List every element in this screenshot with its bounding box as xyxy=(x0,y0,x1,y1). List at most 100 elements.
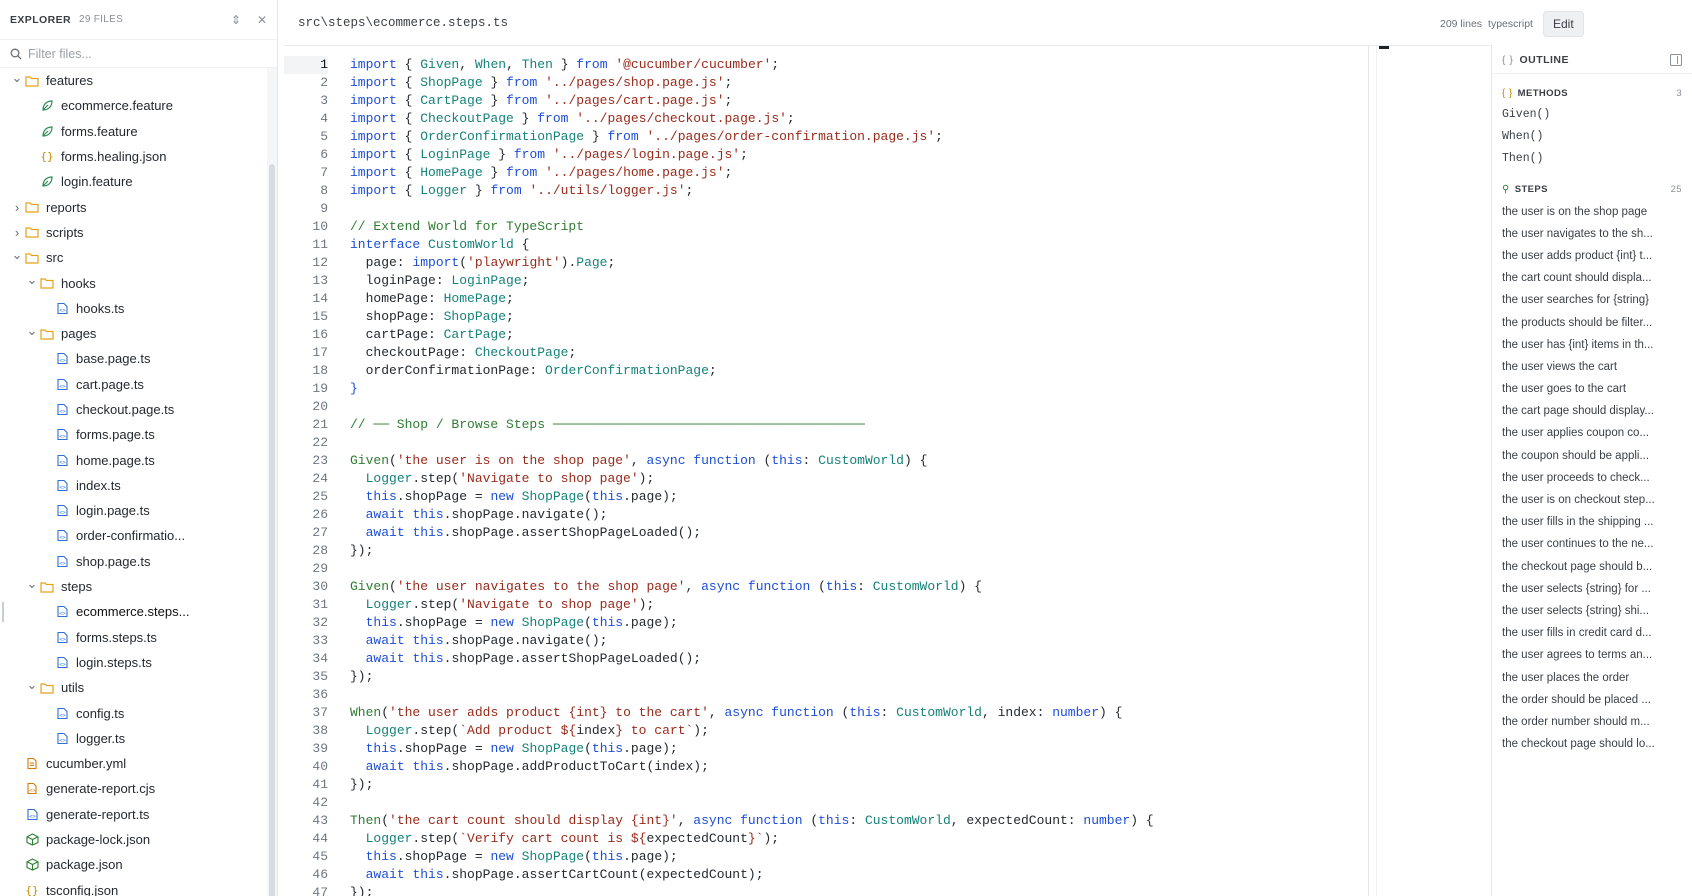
code-line[interactable]: 34 await this.shopPage.assertShopPageLoa… xyxy=(284,650,1474,668)
editor-scrollbar[interactable] xyxy=(1376,46,1390,896)
outline-step-item[interactable]: the order number should m... xyxy=(1492,711,1692,733)
code-line[interactable]: 11 interface CustomWorld { xyxy=(284,236,1474,254)
explorer-scrollbar[interactable] xyxy=(267,68,277,896)
filter-input[interactable] xyxy=(28,46,248,61)
steps-section-header[interactable]: ⚲ STEPS 25 xyxy=(1492,179,1692,201)
outline-step-item[interactable]: the user fills in credit card d... xyxy=(1492,622,1692,644)
tree-file[interactable]: <> hooks.ts xyxy=(0,296,267,321)
code-line[interactable]: 42 xyxy=(284,794,1474,812)
outline-step-item[interactable]: the user selects {string} for ... xyxy=(1492,578,1692,600)
code-line[interactable]: 40 await this.shopPage.addProductToCart(… xyxy=(284,758,1474,776)
code-line[interactable]: 38 Logger.step(`Add product ${index} to … xyxy=(284,722,1474,740)
code-area[interactable]: 1 import { Given, When, Then } from '@cuc… xyxy=(284,56,1474,896)
code-line[interactable]: 29 xyxy=(284,560,1474,578)
code-line[interactable]: 37 When('the user adds product {int} to t… xyxy=(284,704,1474,722)
tree-folder[interactable]: ⌄ steps xyxy=(0,574,267,599)
code-line[interactable]: 8 import { Logger } from '../utils/logger… xyxy=(284,182,1474,200)
tree-file[interactable]: {} tsconfig.json xyxy=(0,878,267,896)
code-line[interactable]: 9 xyxy=(284,200,1474,218)
methods-section-header[interactable]: { } METHODS 3 xyxy=(1492,82,1692,104)
outline-step-item[interactable]: the checkout page should lo... xyxy=(1492,733,1692,755)
code-line[interactable]: 45 this.shopPage = new ShopPage(this.pag… xyxy=(284,848,1474,866)
code-line[interactable]: 14 homePage: HomePage; xyxy=(284,290,1474,308)
outline-step-item[interactable]: the cart page should display... xyxy=(1492,400,1692,422)
chevron-right-icon[interactable]: › xyxy=(10,225,24,240)
outline-step-item[interactable]: the user searches for {string} xyxy=(1492,289,1692,311)
code-line[interactable]: 36 xyxy=(284,686,1474,704)
tree-folder[interactable]: › reports xyxy=(0,194,267,219)
code-line[interactable]: 1 import { Given, When, Then } from '@cuc… xyxy=(284,56,1474,74)
outline-step-item[interactable]: the coupon should be appli... xyxy=(1492,445,1692,467)
tree-file[interactable]: cucumber.yml xyxy=(0,751,267,776)
code-line[interactable]: 25 this.shopPage = new ShopPage(this.pag… xyxy=(284,488,1474,506)
edit-button[interactable]: Edit xyxy=(1542,11,1584,37)
outline-step-item[interactable]: the user adds product {int} t... xyxy=(1492,245,1692,267)
tree-folder[interactable]: ⌄ pages xyxy=(0,321,267,346)
tree-file[interactable]: <> cart.page.ts xyxy=(0,372,267,397)
code-line[interactable]: 46 await this.shopPage.assertCartCount(e… xyxy=(284,866,1474,884)
panel-toggle-icon[interactable] xyxy=(1670,53,1682,66)
outline-step-item[interactable]: the user is on the shop page xyxy=(1492,201,1692,223)
code-line[interactable]: 43 Then('the cart count should display {i… xyxy=(284,812,1474,830)
outline-method-item[interactable]: Then() xyxy=(1492,148,1692,170)
outline-step-item[interactable]: the cart count should displa... xyxy=(1492,267,1692,289)
tree-file[interactable]: login.feature xyxy=(0,169,267,194)
tree-file[interactable]: <> base.page.ts xyxy=(0,346,267,371)
code-line[interactable]: 47}); xyxy=(284,884,1474,896)
tree-folder[interactable]: ⌄ src xyxy=(0,245,267,270)
tree-file[interactable]: ecommerce.feature xyxy=(0,93,267,118)
outline-step-item[interactable]: the checkout page should b... xyxy=(1492,556,1692,578)
expand-collapse-icon[interactable]: ⇕ xyxy=(231,14,241,26)
editor-scroll-thumb[interactable] xyxy=(1379,46,1389,49)
code-line[interactable]: 41}); xyxy=(284,776,1474,794)
chevron-down-icon[interactable]: ⌄ xyxy=(10,70,24,86)
outline-step-item[interactable]: the user views the cart xyxy=(1492,356,1692,378)
outline-step-item[interactable]: the user selects {string} shi... xyxy=(1492,600,1692,622)
code-line[interactable]: 23 Given('the user is on the shop page', … xyxy=(284,452,1474,470)
tree-file[interactable]: <> shop.page.ts xyxy=(0,549,267,574)
code-line[interactable]: 33 await this.shopPage.navigate(); xyxy=(284,632,1474,650)
outline-step-item[interactable]: the products should be filter... xyxy=(1492,312,1692,334)
code-line[interactable]: 16 cartPage: CartPage; xyxy=(284,326,1474,344)
code-line[interactable]: 10 // Extend World for TypeScript xyxy=(284,218,1474,236)
outline-method-item[interactable]: When() xyxy=(1492,126,1692,148)
tree-file[interactable]: {} forms.healing.json xyxy=(0,144,267,169)
outline-step-item[interactable]: the user continues to the ne... xyxy=(1492,533,1692,555)
outline-step-item[interactable]: the user goes to the cart xyxy=(1492,378,1692,400)
chevron-down-icon[interactable]: ⌄ xyxy=(25,272,39,288)
tree-file[interactable]: <> forms.page.ts xyxy=(0,422,267,447)
tree-file[interactable]: <> generate-report.ts xyxy=(0,802,267,827)
code-line[interactable]: 27 await this.shopPage.assertShopPageLoa… xyxy=(284,524,1474,542)
tree-file[interactable]: <> home.page.ts xyxy=(0,447,267,472)
chevron-down-icon[interactable]: ⌄ xyxy=(25,576,39,592)
outline-step-item[interactable]: the order should be placed ... xyxy=(1492,689,1692,711)
code-line[interactable]: 44 Logger.step(`Verify cart count is ${e… xyxy=(284,830,1474,848)
code-line[interactable]: 12 page: import('playwright').Page; xyxy=(284,254,1474,272)
tree-folder[interactable]: ⌄ utils xyxy=(0,675,267,700)
outline-step-item[interactable]: the user is on checkout step... xyxy=(1492,489,1692,511)
code-line[interactable]: 5 import { OrderConfirmationPage } from '… xyxy=(284,128,1474,146)
tree-file[interactable]: <> login.page.ts xyxy=(0,498,267,523)
code-line[interactable]: 20 xyxy=(284,398,1474,416)
code-line[interactable]: 31 Logger.step('Navigate to shop page'); xyxy=(284,596,1474,614)
chevron-down-icon[interactable]: ⌄ xyxy=(10,247,24,263)
code-line[interactable]: 26 await this.shopPage.navigate(); xyxy=(284,506,1474,524)
collapse-all-icon[interactable]: ✕ xyxy=(257,14,267,26)
outline-step-item[interactable]: the user navigates to the sh... xyxy=(1492,223,1692,245)
code-line[interactable]: 6 import { LoginPage } from '../pages/log… xyxy=(284,146,1474,164)
code-line[interactable]: 2 import { ShopPage } from '../pages/shop… xyxy=(284,74,1474,92)
code-line[interactable]: 4 import { CheckoutPage } from '../pages/… xyxy=(284,110,1474,128)
outline-step-item[interactable]: the user fills in the shipping ... xyxy=(1492,511,1692,533)
code-line[interactable]: 19} xyxy=(284,380,1474,398)
code-line[interactable]: 7 import { HomePage } from '../pages/home… xyxy=(284,164,1474,182)
tree-folder[interactable]: ⌄ features xyxy=(0,68,267,93)
outline-step-item[interactable]: the user places the order xyxy=(1492,667,1692,689)
code-line[interactable]: 3 import { CartPage } from '../pages/cart… xyxy=(284,92,1474,110)
code-line[interactable]: 18 orderConfirmationPage: OrderConfirmat… xyxy=(284,362,1474,380)
tree-file[interactable]: <> config.ts xyxy=(0,700,267,725)
code-line[interactable]: 15 shopPage: ShopPage; xyxy=(284,308,1474,326)
outline-step-item[interactable]: the user agrees to terms an... xyxy=(1492,644,1692,666)
chevron-down-icon[interactable]: ⌄ xyxy=(25,677,39,693)
explorer-scroll-thumb[interactable] xyxy=(269,164,275,896)
tree-file[interactable]: package-lock.json xyxy=(0,827,267,852)
